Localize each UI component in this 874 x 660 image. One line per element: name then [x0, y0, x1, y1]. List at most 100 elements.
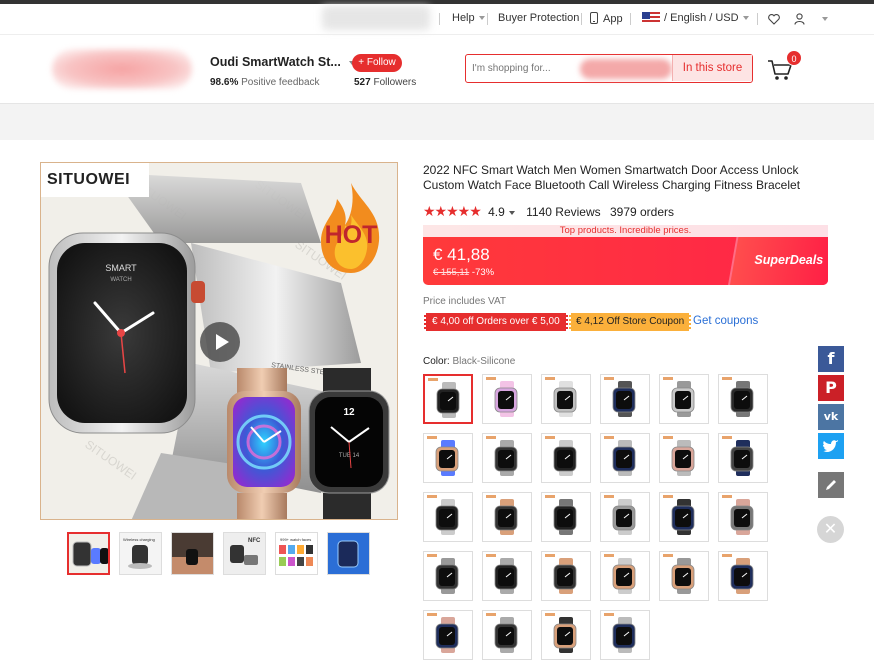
color-swatch[interactable]: [718, 492, 768, 542]
divider: [487, 13, 488, 25]
color-swatch[interactable]: [423, 433, 473, 483]
watch-color-image: [730, 440, 754, 476]
thumbnail-3[interactable]: [171, 532, 214, 575]
watch-face-text: 12: [343, 407, 355, 418]
watch-color-image: [494, 381, 518, 417]
thumbnail-image: [172, 533, 213, 574]
app-label: App: [603, 13, 623, 25]
swatch-tag: [427, 436, 437, 439]
color-swatch[interactable]: [423, 551, 473, 601]
watch-color-image: [553, 381, 577, 417]
color-swatch[interactable]: [541, 610, 591, 660]
color-swatch[interactable]: [423, 374, 473, 424]
swatch-tag: [545, 554, 555, 557]
color-swatch[interactable]: [423, 492, 473, 542]
swatch-tag: [663, 377, 673, 380]
color-label-text: Color:: [423, 356, 450, 367]
order-coupon-tag[interactable]: € 4,00 off Orders over € 5,00: [424, 313, 568, 331]
thumbnail-image: NFC: [224, 533, 265, 574]
help-label: Help: [452, 12, 475, 24]
thumbnail-4[interactable]: NFC: [223, 532, 266, 575]
blurred-search-button[interactable]: [580, 59, 672, 79]
feedback-percentage: 98.6%: [210, 77, 239, 88]
facebook-share-icon[interactable]: f: [818, 346, 844, 372]
store-coupon-tag[interactable]: € 4,12 Off Store Coupon: [569, 313, 692, 331]
store-name[interactable]: Oudi SmartWatch St...: [210, 55, 355, 69]
watch-color-image: [553, 499, 577, 535]
color-swatch[interactable]: [541, 551, 591, 601]
deal-tagline: Top products. Incredible prices.: [423, 225, 828, 237]
superdeals-badge: SuperDeals: [728, 237, 828, 285]
svg-text:NFC: NFC: [248, 538, 261, 544]
swatch-tag: [427, 495, 437, 498]
us-flag-icon: [642, 12, 660, 24]
language-currency-selector[interactable]: / English / USD: [664, 12, 749, 24]
pinterest-share-icon[interactable]: P: [818, 375, 844, 401]
color-swatch[interactable]: [482, 551, 532, 601]
color-swatch[interactable]: [482, 374, 532, 424]
color-swatch[interactable]: [600, 610, 650, 660]
play-video-button[interactable]: [200, 322, 240, 362]
followers-number: 527: [354, 77, 371, 88]
app-link[interactable]: App: [590, 12, 623, 25]
color-swatch[interactable]: [659, 551, 709, 601]
color-swatch[interactable]: [600, 492, 650, 542]
color-swatch[interactable]: [541, 374, 591, 424]
watch-color-image: [671, 440, 695, 476]
thumbnail-2[interactable]: Wireless charging: [119, 532, 162, 575]
watch-color-image: [494, 499, 518, 535]
swatch-tag: [486, 554, 496, 557]
color-swatch[interactable]: [600, 433, 650, 483]
thumbnail-6[interactable]: [327, 532, 370, 575]
followers-label: Followers: [373, 77, 417, 88]
vk-share-icon[interactable]: vk: [818, 404, 844, 430]
color-swatch[interactable]: [718, 433, 768, 483]
twitter-share-icon[interactable]: [818, 433, 844, 459]
chevron-down-icon[interactable]: [508, 210, 515, 215]
thumbnail-image: [69, 534, 108, 573]
color-swatch[interactable]: [541, 433, 591, 483]
color-swatch[interactable]: [659, 492, 709, 542]
color-swatch[interactable]: [482, 492, 532, 542]
help-menu[interactable]: Help: [452, 12, 485, 24]
phone-icon: [590, 12, 598, 24]
follow-button[interactable]: + Follow: [352, 54, 402, 72]
reviews-link[interactable]: 1140 Reviews: [526, 205, 600, 219]
close-share-icon[interactable]: ✕: [817, 516, 844, 543]
chevron-down-icon[interactable]: [822, 17, 828, 21]
color-swatch[interactable]: [659, 374, 709, 424]
edit-pencil-icon[interactable]: [818, 472, 844, 498]
swatch-tag: [663, 495, 673, 498]
watch-color-image: [671, 381, 695, 417]
old-price-value: € 155,11: [433, 267, 470, 278]
color-swatch[interactable]: [659, 433, 709, 483]
color-swatch[interactable]: [482, 610, 532, 660]
swatch-tag: [604, 613, 614, 616]
get-coupons-link[interactable]: Get coupons: [693, 315, 758, 327]
swatch-tag: [604, 377, 614, 380]
thumbnail-5[interactable]: 999+ watch faces: [275, 532, 318, 575]
swatch-tag: [427, 613, 437, 616]
search-in-store-button[interactable]: In this store: [672, 55, 752, 81]
pencil-icon: [826, 480, 836, 490]
superdeals-label: SuperDeals: [754, 253, 824, 267]
top-navigation: Help Buyer Protection App / English / US…: [0, 4, 874, 34]
store-logo[interactable]: [52, 49, 192, 89]
store-header: Oudi SmartWatch St... 98.6% Positive fee…: [0, 34, 874, 104]
color-swatch[interactable]: [482, 433, 532, 483]
color-swatch[interactable]: [541, 492, 591, 542]
buyer-protection-link[interactable]: Buyer Protection: [498, 12, 579, 24]
svg-text:999+ watch faces: 999+ watch faces: [280, 537, 311, 542]
thumbnail-1[interactable]: [67, 532, 110, 575]
color-swatch[interactable]: [600, 374, 650, 424]
user-icon[interactable]: [794, 13, 805, 25]
main-product-image[interactable]: SITUOWEI SITUOWEI SITUOWEI SITUOWEI SITU…: [40, 162, 398, 520]
color-swatch[interactable]: [718, 374, 768, 424]
cart-count-badge: 0: [786, 50, 802, 66]
discount-percent: -73%: [471, 267, 495, 278]
color-swatch[interactable]: [600, 551, 650, 601]
heart-icon[interactable]: [768, 14, 780, 25]
thumbnail-image: Wireless charging: [120, 533, 161, 574]
color-swatch[interactable]: [718, 551, 768, 601]
color-swatch[interactable]: [423, 610, 473, 660]
